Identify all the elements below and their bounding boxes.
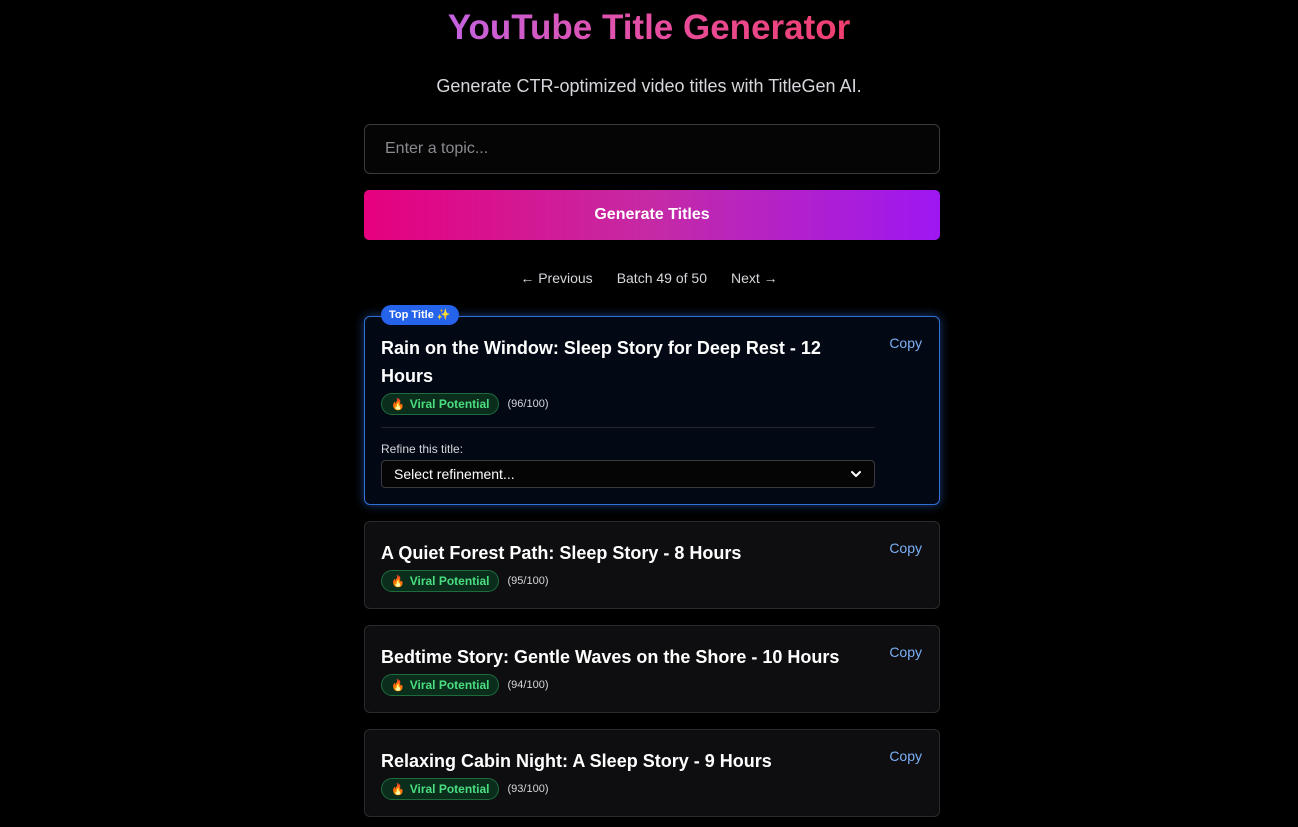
title-card-top: Top Title ✨ Rain on the Window: Sleep St…	[364, 305, 940, 505]
chevron-down-icon	[851, 471, 861, 477]
score-row: 🔥 Viral Potential (95/100)	[381, 570, 549, 592]
top-title-badge: Top Title ✨	[381, 305, 459, 325]
viral-potential-badge: 🔥 Viral Potential	[381, 778, 499, 800]
score-row: 🔥 Viral Potential (96/100)	[381, 393, 549, 415]
title-score: (96/100)	[507, 398, 549, 410]
page-title: YouTube Title Generator	[0, 6, 1298, 50]
copy-button[interactable]: Copy	[889, 748, 922, 764]
viral-potential-label: Viral Potential	[409, 574, 490, 588]
refine-select-value: Select refinement...	[394, 466, 515, 482]
fire-icon: 🔥	[391, 783, 405, 796]
score-row: 🔥 Viral Potential (94/100)	[381, 674, 549, 696]
fire-icon: 🔥	[391, 398, 405, 411]
title-score: (94/100)	[507, 679, 549, 691]
score-row: 🔥 Viral Potential (93/100)	[381, 778, 549, 800]
title-score: (93/100)	[507, 783, 549, 795]
page-subtitle: Generate CTR-optimized video titles with…	[436, 76, 862, 96]
fire-icon: 🔥	[391, 679, 405, 692]
viral-potential-label: Viral Potential	[409, 782, 490, 796]
title-text: Bedtime Story: Gentle Waves on the Shore…	[381, 647, 840, 667]
title-card: Relaxing Cabin Night: A Sleep Story - 9 …	[364, 729, 940, 817]
title-text: A Quiet Forest Path: Sleep Story - 8 Hou…	[381, 543, 742, 563]
title-card: Bedtime Story: Gentle Waves on the Shore…	[364, 625, 940, 713]
title-text: Rain on the Window: Sleep Story for Deep…	[381, 338, 821, 386]
viral-potential-badge: 🔥 Viral Potential	[381, 570, 499, 592]
divider	[381, 427, 875, 428]
copy-button[interactable]: Copy	[889, 644, 922, 660]
batch-pagination: ← Previous Batch 49 of 50 Next →	[0, 268, 1298, 288]
refine-label: Refine this title:	[381, 442, 464, 456]
refine-select[interactable]: Select refinement...	[381, 460, 875, 488]
title-text: Relaxing Cabin Night: A Sleep Story - 9 …	[381, 751, 772, 771]
viral-potential-label: Viral Potential	[409, 397, 490, 411]
page: YouTube Title Generator Generate CTR-opt…	[0, 0, 1298, 827]
fire-icon: 🔥	[391, 575, 405, 588]
title-score: (95/100)	[507, 575, 549, 587]
viral-potential-badge: 🔥 Viral Potential	[381, 674, 499, 696]
copy-button[interactable]: Copy	[889, 335, 922, 351]
batch-status: Batch 49 of 50	[616, 270, 707, 286]
viral-potential-badge: 🔥 Viral Potential	[381, 393, 499, 415]
next-batch-link[interactable]: Next →	[731, 268, 778, 288]
previous-batch-link[interactable]: ← Previous	[520, 268, 592, 288]
generate-titles-button[interactable]: Generate Titles	[364, 190, 940, 240]
topic-input[interactable]	[364, 124, 940, 174]
page-title-text: YouTube Title Generator	[447, 8, 851, 47]
copy-button[interactable]: Copy	[889, 540, 922, 556]
viral-potential-label: Viral Potential	[409, 678, 490, 692]
title-card: A Quiet Forest Path: Sleep Story - 8 Hou…	[364, 521, 940, 609]
